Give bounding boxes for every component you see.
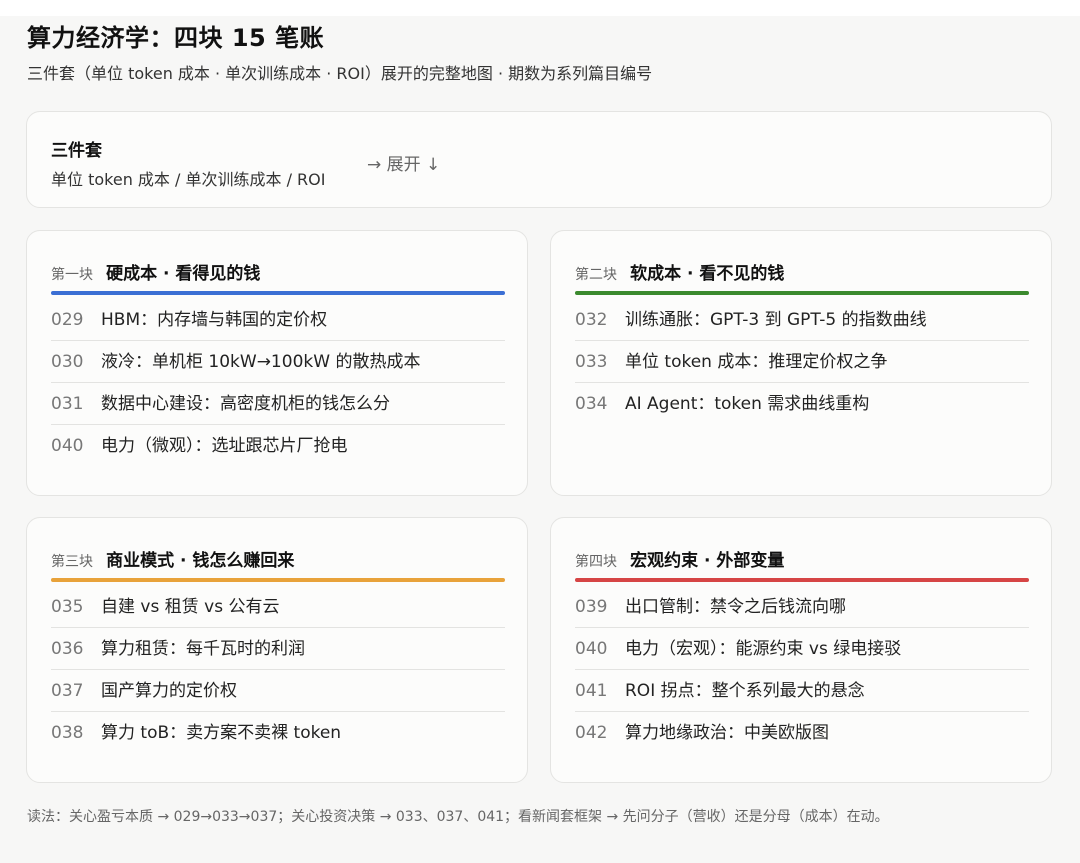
block-index-label: 第一块 — [51, 267, 93, 283]
block-header: 第二块 软成本 · 看不见的钱 — [575, 259, 784, 284]
block-title: 硬成本 · 看得见的钱 — [106, 264, 261, 284]
block-index-label: 第四块 — [575, 554, 617, 570]
block-header: 第四块 宏观约束 · 外部变量 — [575, 546, 784, 571]
block-index-label: 第二块 — [575, 267, 617, 283]
block-item-list: 035 自建 vs 租赁 vs 公有云 036 算力租赁：每千瓦时的利润 037 国产… — [51, 586, 505, 754]
list-item[interactable]: 034 AI Agent：token 需求曲线重构 — [575, 383, 1029, 425]
issue-number: 029 — [51, 310, 84, 330]
top-strip — [0, 0, 1080, 16]
issue-number: 040 — [575, 639, 608, 659]
expand-toggle[interactable]: → 展开 ↓ — [367, 150, 440, 175]
issue-title: ROI 拐点：整个系列最大的悬念 — [625, 681, 865, 701]
issue-title: 出口管制：禁令之后钱流向哪 — [625, 597, 846, 617]
issue-title: 算力地缘政治：中美欧版图 — [625, 723, 829, 743]
block-title: 宏观约束 · 外部变量 — [630, 551, 785, 571]
issue-title: 训练通胀：GPT-3 到 GPT-5 的指数曲线 — [625, 310, 927, 330]
issue-number: 033 — [575, 352, 608, 372]
issue-number: 036 — [51, 639, 84, 659]
summary-card[interactable]: 三件套 单位 token 成本 / 单次训练成本 / ROI → 展开 ↓ — [26, 111, 1052, 208]
list-item[interactable]: 029 HBM：内存墙与韩国的定价权 — [51, 299, 505, 341]
summary-subtitle: 单位 token 成本 / 单次训练成本 / ROI — [51, 170, 326, 189]
issue-title: 液冷：单机柜 10kW→100kW 的散热成本 — [101, 352, 421, 372]
issue-title: 电力（微观）：选址跟芯片厂抢电 — [101, 436, 348, 456]
block-accent-bar — [575, 291, 1029, 295]
issue-number: 041 — [575, 681, 608, 701]
issue-number: 030 — [51, 352, 84, 372]
issue-number: 034 — [575, 394, 608, 414]
block-header: 第一块 硬成本 · 看得见的钱 — [51, 259, 260, 284]
block-card-2: 第二块 软成本 · 看不见的钱 032 训练通胀：GPT-3 到 GPT-5 的指… — [550, 230, 1052, 496]
list-item[interactable]: 030 液冷：单机柜 10kW→100kW 的散热成本 — [51, 341, 505, 383]
list-item[interactable]: 038 算力 toB：卖方案不卖裸 token — [51, 712, 505, 754]
issue-number: 039 — [575, 597, 608, 617]
reading-guide-note: 读法：关心盈亏本质 → 029→033→037；关心投资决策 → 033、037… — [27, 809, 889, 825]
block-item-list: 039 出口管制：禁令之后钱流向哪 040 电力（宏观）：能源约束 vs 绿电接驳 … — [575, 586, 1029, 754]
block-item-list: 032 训练通胀：GPT-3 到 GPT-5 的指数曲线 033 单位 token … — [575, 299, 1029, 425]
issue-title: 电力（宏观）：能源约束 vs 绿电接驳 — [625, 639, 902, 659]
issue-title: 自建 vs 租赁 vs 公有云 — [101, 597, 280, 617]
block-accent-bar — [51, 291, 505, 295]
issue-title: HBM：内存墙与韩国的定价权 — [101, 310, 328, 330]
list-item[interactable]: 042 算力地缘政治：中美欧版图 — [575, 712, 1029, 754]
list-item[interactable]: 039 出口管制：禁令之后钱流向哪 — [575, 586, 1029, 628]
list-item[interactable]: 036 算力租赁：每千瓦时的利润 — [51, 628, 505, 670]
issue-title: 单位 token 成本：推理定价权之争 — [625, 352, 888, 372]
list-item[interactable]: 031 数据中心建设：高密度机柜的钱怎么分 — [51, 383, 505, 425]
page-title: 算力经济学：四块 15 笔账 — [27, 24, 325, 52]
list-item[interactable]: 035 自建 vs 租赁 vs 公有云 — [51, 586, 505, 628]
issue-title: 算力 toB：卖方案不卖裸 token — [101, 723, 342, 743]
list-item[interactable]: 032 训练通胀：GPT-3 到 GPT-5 的指数曲线 — [575, 299, 1029, 341]
block-index-label: 第三块 — [51, 554, 93, 570]
issue-number: 035 — [51, 597, 84, 617]
page-subtitle: 三件套（单位 token 成本 · 单次训练成本 · ROI）展开的完整地图 ·… — [27, 64, 653, 83]
block-title: 商业模式 · 钱怎么赚回来 — [106, 551, 295, 571]
list-item[interactable]: 037 国产算力的定价权 — [51, 670, 505, 712]
issue-number: 040 — [51, 436, 84, 456]
issue-number: 032 — [575, 310, 608, 330]
issue-title: 国产算力的定价权 — [101, 681, 237, 701]
issue-number: 031 — [51, 394, 84, 414]
block-header: 第三块 商业模式 · 钱怎么赚回来 — [51, 546, 294, 571]
summary-title: 三件套 — [51, 141, 102, 161]
issue-title: 数据中心建设：高密度机柜的钱怎么分 — [101, 394, 390, 414]
block-accent-bar — [575, 578, 1029, 582]
issue-number: 037 — [51, 681, 84, 701]
list-item[interactable]: 040 电力（微观）：选址跟芯片厂抢电 — [51, 425, 505, 467]
list-item[interactable]: 033 单位 token 成本：推理定价权之争 — [575, 341, 1029, 383]
block-card-1: 第一块 硬成本 · 看得见的钱 029 HBM：内存墙与韩国的定价权 030 液冷：… — [26, 230, 528, 496]
issue-title: AI Agent：token 需求曲线重构 — [625, 394, 870, 414]
issue-number: 042 — [575, 723, 608, 743]
list-item[interactable]: 040 电力（宏观）：能源约束 vs 绿电接驳 — [575, 628, 1029, 670]
issue-title: 算力租赁：每千瓦时的利润 — [101, 639, 305, 659]
list-item[interactable]: 041 ROI 拐点：整个系列最大的悬念 — [575, 670, 1029, 712]
block-item-list: 029 HBM：内存墙与韩国的定价权 030 液冷：单机柜 10kW→100kW 的… — [51, 299, 505, 467]
block-accent-bar — [51, 578, 505, 582]
block-title: 软成本 · 看不见的钱 — [630, 264, 785, 284]
issue-number: 038 — [51, 723, 84, 743]
block-card-3: 第三块 商业模式 · 钱怎么赚回来 035 自建 vs 租赁 vs 公有云 036… — [26, 517, 528, 783]
block-card-4: 第四块 宏观约束 · 外部变量 039 出口管制：禁令之后钱流向哪 040 电力（宏… — [550, 517, 1052, 783]
